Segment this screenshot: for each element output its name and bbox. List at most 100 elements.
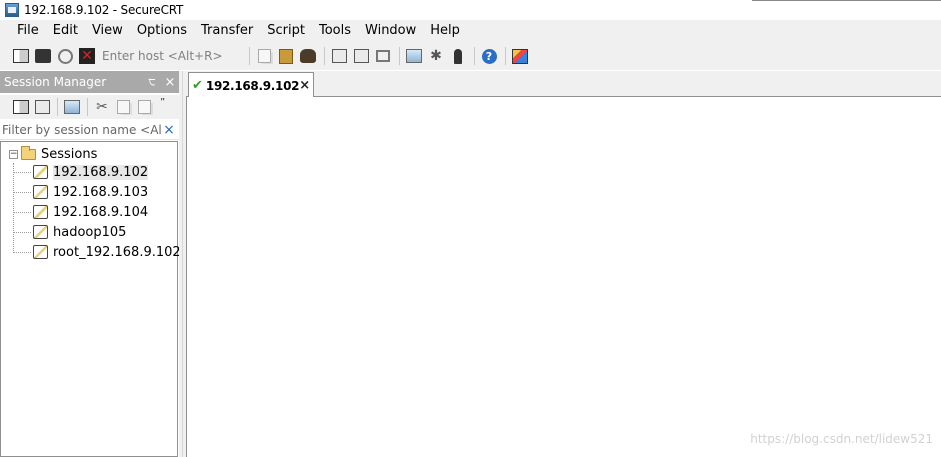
new-session-icon: [34, 100, 50, 114]
tree-connector: [13, 251, 31, 253]
session-item-hadoop105[interactable]: hadoop105: [13, 222, 126, 242]
new-session-button[interactable]: [33, 98, 51, 116]
session-filter-bar: ×: [0, 120, 179, 140]
keymap-icon: ✱: [430, 48, 442, 64]
menu-options[interactable]: Options: [130, 20, 194, 42]
session-manager-header: Session Manager ੮ ×: [0, 71, 179, 93]
securecrt-app-icon: [5, 3, 19, 17]
folder-icon: [21, 145, 36, 160]
keymap-button[interactable]: ✱: [427, 47, 445, 65]
session-icon: [33, 245, 48, 259]
disconnect-icon: ✕: [79, 48, 95, 64]
session-tab-strip: ✔ 192.168.9.102 ×: [186, 71, 941, 98]
connect-button[interactable]: [12, 47, 30, 65]
paste-icon: [137, 100, 151, 114]
enter-host-input[interactable]: [100, 46, 240, 66]
session-manager-toolbar: ✂ ”: [0, 95, 179, 119]
session-item-192-168-9-104[interactable]: 192.168.9.104: [13, 202, 148, 222]
reconnect-button[interactable]: [56, 47, 74, 65]
chart-button[interactable]: [511, 47, 529, 65]
help-button[interactable]: ?: [480, 47, 498, 65]
tab-label: 192.168.9.102: [205, 78, 300, 93]
menu-transfer[interactable]: Transfer: [194, 20, 260, 42]
collapse-icon[interactable]: −: [9, 149, 18, 159]
toolbar-separator: [87, 98, 88, 116]
help-icon: ?: [481, 48, 497, 64]
title-divider: [752, 0, 941, 1]
print-selection-icon: [353, 49, 369, 63]
toolbar-overflow-chevron[interactable]: ”: [160, 98, 166, 116]
watermark: https://blog.csdn.net/lidew521: [750, 432, 933, 446]
find-icon: [300, 49, 316, 63]
session-icon: [33, 225, 48, 239]
cut-button[interactable]: ✂: [93, 98, 111, 116]
session-item-root-192-168-9-102[interactable]: root_192.168.9.102: [13, 242, 181, 262]
cut-icon: ✂: [96, 99, 108, 115]
toolbar-separator: [399, 47, 400, 65]
connect-session-button[interactable]: [12, 98, 30, 116]
tab-close-icon[interactable]: ×: [299, 78, 310, 93]
session-filter-input[interactable]: [0, 120, 162, 139]
session-manager-title: Session Manager: [4, 75, 107, 89]
session-options-icon: [406, 49, 422, 63]
toolbar-separator: [505, 47, 506, 65]
key-agent-icon: [454, 48, 462, 64]
paste-session-button[interactable]: [135, 98, 153, 116]
session-label: 192.168.9.102: [53, 164, 149, 180]
connected-check-icon: ✔: [192, 78, 203, 93]
session-label: 192.168.9.103: [53, 184, 149, 200]
session-label: root_192.168.9.102: [53, 244, 181, 260]
properties-button[interactable]: [63, 98, 81, 116]
session-item-192-168-9-103[interactable]: 192.168.9.103: [13, 182, 148, 202]
key-agent-button[interactable]: [449, 47, 467, 65]
menu-help[interactable]: Help: [423, 20, 467, 42]
properties-icon: [64, 100, 80, 114]
copy-button[interactable]: [255, 47, 273, 65]
session-options-button[interactable]: [405, 47, 423, 65]
terminal-area[interactable]: https://blog.csdn.net/lidew521: [186, 97, 941, 457]
tree-connector: [13, 191, 31, 193]
session-icon: [33, 185, 48, 199]
menu-view[interactable]: View: [85, 20, 130, 42]
menu-file[interactable]: File: [10, 20, 46, 42]
menu-edit[interactable]: Edit: [46, 20, 85, 42]
session-label: 192.168.9.104: [53, 204, 149, 220]
toolbar-separator: [249, 47, 250, 65]
session-item-192-168-9-102[interactable]: 192.168.9.102: [13, 162, 149, 182]
print-selection-button[interactable]: [352, 47, 370, 65]
sessions-folder-label: Sessions: [41, 146, 98, 162]
tree-connector: [13, 171, 31, 173]
quick-connect-icon: [35, 49, 51, 63]
connect-icon: [13, 100, 29, 114]
tab-192-168-9-102[interactable]: ✔ 192.168.9.102 ×: [188, 72, 314, 98]
panel-splitter[interactable]: [179, 71, 186, 457]
session-tree: − Sessions 192.168.9.102 192.168.9.103 1…: [0, 141, 181, 457]
connect-icon: [13, 49, 29, 63]
menu-window[interactable]: Window: [358, 20, 423, 42]
find-button[interactable]: [299, 47, 317, 65]
menu-script[interactable]: Script: [260, 20, 312, 42]
clear-filter-icon[interactable]: ×: [162, 122, 176, 138]
sftp-icon: [376, 50, 390, 62]
sessions-folder[interactable]: − Sessions: [9, 145, 97, 163]
disconnect-button[interactable]: ✕: [78, 47, 96, 65]
toolbar-separator: [57, 98, 58, 116]
paste-button[interactable]: [277, 47, 295, 65]
print-icon: [331, 49, 347, 63]
menu-bar: File Edit View Options Transfer Script T…: [0, 20, 941, 42]
copy-icon: [257, 49, 271, 63]
session-icon: [33, 165, 48, 179]
tree-connector: [13, 231, 31, 233]
session-label: hadoop105: [53, 224, 127, 240]
title-bar: 192.168.9.102 - SecureCRT: [0, 0, 941, 20]
sftp-button[interactable]: [374, 47, 392, 65]
reconnect-icon: [57, 48, 73, 64]
close-icon[interactable]: ×: [163, 75, 177, 90]
quick-connect-button[interactable]: [34, 47, 52, 65]
menu-tools[interactable]: Tools: [312, 20, 358, 42]
print-button[interactable]: [330, 47, 348, 65]
copy-session-button[interactable]: [114, 98, 132, 116]
chart-icon: [512, 48, 528, 64]
session-icon: [33, 205, 48, 219]
pin-icon[interactable]: ੮: [145, 75, 159, 89]
